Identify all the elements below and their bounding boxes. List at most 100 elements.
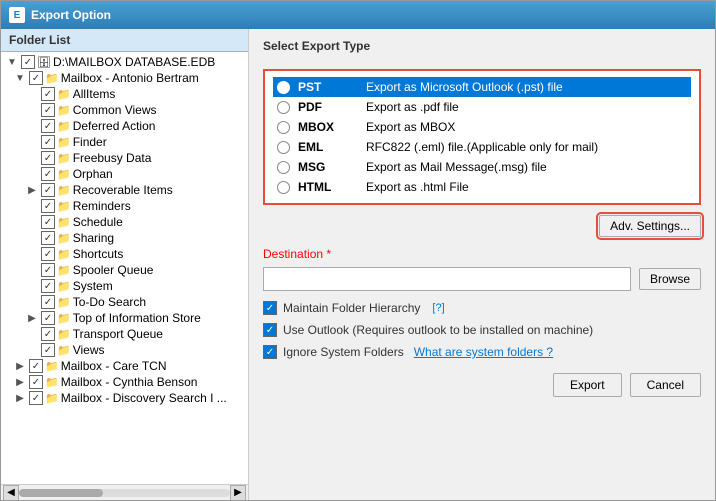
radio-html[interactable] bbox=[277, 181, 290, 194]
expand-shortcuts: ▶ bbox=[25, 249, 39, 260]
tree-reminders[interactable]: ▶ 📁 Reminders bbox=[1, 198, 248, 214]
tree-deferred[interactable]: ▶ 📁 Deferred Action bbox=[1, 118, 248, 134]
radio-eml[interactable] bbox=[277, 141, 290, 154]
adv-settings-button[interactable]: Adv. Settings... bbox=[599, 215, 701, 237]
tree-shortcuts[interactable]: ▶ 📁 Shortcuts bbox=[1, 246, 248, 262]
browse-button[interactable]: Browse bbox=[639, 268, 701, 290]
checkbox-mailbox3[interactable] bbox=[29, 375, 43, 389]
radio-pst[interactable] bbox=[277, 81, 290, 94]
tree-system[interactable]: ▶ 📁 System bbox=[1, 278, 248, 294]
destination-label: Destination * bbox=[263, 247, 701, 261]
checkbox-freebusy[interactable] bbox=[41, 151, 55, 165]
folder-icon: 📁 bbox=[57, 328, 71, 341]
tree-mailbox1[interactable]: ▼ 📁 Mailbox - Antonio Bertram bbox=[1, 70, 248, 86]
tree-commonviews[interactable]: ▶ 📁 Common Views bbox=[1, 102, 248, 118]
scroll-right-btn[interactable]: ▶ bbox=[230, 485, 246, 501]
eml-name: EML bbox=[298, 140, 358, 154]
checkbox-spooler[interactable] bbox=[41, 263, 55, 277]
tree-allitems[interactable]: ▶ 📁 AllItems bbox=[1, 86, 248, 102]
checkbox-topinfo[interactable] bbox=[41, 311, 55, 325]
checkbox-commonviews[interactable] bbox=[41, 103, 55, 117]
scroll-left-btn[interactable]: ◀ bbox=[3, 485, 19, 501]
system-folders-link[interactable]: What are system folders ? bbox=[414, 345, 553, 359]
expand-recoverable[interactable]: ▶ bbox=[25, 185, 39, 196]
pdf-name: PDF bbox=[298, 100, 358, 114]
maintain-hierarchy-checkbox[interactable] bbox=[263, 301, 277, 315]
folder-icon: 📁 bbox=[57, 344, 71, 357]
tree-mailbox2[interactable]: ▶ 📁 Mailbox - Care TCN bbox=[1, 358, 248, 374]
tree-schedule[interactable]: ▶ 📁 Schedule bbox=[1, 214, 248, 230]
checkbox-orphan[interactable] bbox=[41, 167, 55, 181]
expand-mailbox4[interactable]: ▶ bbox=[13, 393, 27, 404]
tree-freebusy[interactable]: ▶ 📁 Freebusy Data bbox=[1, 150, 248, 166]
checkbox-schedule[interactable] bbox=[41, 215, 55, 229]
expand-mailbox2[interactable]: ▶ bbox=[13, 361, 27, 372]
export-type-eml[interactable]: EML RFC822 (.eml) file.(Applicable only … bbox=[273, 137, 691, 157]
ignore-system-checkbox[interactable] bbox=[263, 345, 277, 359]
scroll-track[interactable] bbox=[19, 489, 230, 497]
export-type-header: Select Export Type bbox=[263, 39, 701, 53]
maintain-hierarchy-help[interactable]: [?] bbox=[432, 302, 444, 314]
mailbox-icon: 📁 bbox=[45, 376, 59, 389]
title-bar: E Export Option bbox=[1, 1, 715, 29]
checkbox-shortcuts[interactable] bbox=[41, 247, 55, 261]
export-type-mbox[interactable]: MBOX Export as MBOX bbox=[273, 117, 691, 137]
checkbox-deferred[interactable] bbox=[41, 119, 55, 133]
radio-mbox[interactable] bbox=[277, 121, 290, 134]
checkbox-allitems[interactable] bbox=[41, 87, 55, 101]
horizontal-scrollbar[interactable]: ◀ ▶ bbox=[1, 484, 248, 500]
checkbox-mailbox4[interactable] bbox=[29, 391, 43, 405]
expand-topinfo[interactable]: ▶ bbox=[25, 313, 39, 324]
maintain-hierarchy-label: Maintain Folder Hierarchy bbox=[283, 301, 420, 315]
expand-allitems: ▶ bbox=[25, 89, 39, 100]
tree-spooler[interactable]: ▶ 📁 Spooler Queue bbox=[1, 262, 248, 278]
checkbox-mailbox1[interactable] bbox=[29, 71, 43, 85]
mailbox4-label: Mailbox - Discovery Search I ... bbox=[61, 391, 227, 405]
tree-finder[interactable]: ▶ 📁 Finder bbox=[1, 134, 248, 150]
tree-views[interactable]: ▶ 📁 Views bbox=[1, 342, 248, 358]
transport-label: Transport Queue bbox=[73, 327, 163, 341]
folder-icon: 📁 bbox=[57, 136, 71, 149]
tree-topinfo[interactable]: ▶ 📁 Top of Information Store bbox=[1, 310, 248, 326]
destination-input[interactable] bbox=[263, 267, 631, 291]
tree-root[interactable]: ▼ 🗄 D:\MAILBOX DATABASE.EDB bbox=[1, 54, 248, 70]
destination-text: Destination bbox=[263, 247, 323, 261]
checkbox-transport[interactable] bbox=[41, 327, 55, 341]
expand-commonviews: ▶ bbox=[25, 105, 39, 116]
ignore-system-label: Ignore System Folders bbox=[283, 345, 404, 359]
checkbox-mailbox2[interactable] bbox=[29, 359, 43, 373]
export-button[interactable]: Export bbox=[553, 373, 622, 397]
tree-transport[interactable]: ▶ 📁 Transport Queue bbox=[1, 326, 248, 342]
radio-pdf[interactable] bbox=[277, 101, 290, 114]
export-type-msg[interactable]: MSG Export as Mail Message(.msg) file bbox=[273, 157, 691, 177]
freebusy-label: Freebusy Data bbox=[73, 151, 152, 165]
tree-todo[interactable]: ▶ 📁 To-Do Search bbox=[1, 294, 248, 310]
checkbox-todo[interactable] bbox=[41, 295, 55, 309]
tree-mailbox4[interactable]: ▶ 📁 Mailbox - Discovery Search I ... bbox=[1, 390, 248, 406]
checkbox-reminders[interactable] bbox=[41, 199, 55, 213]
expand-mailbox3[interactable]: ▶ bbox=[13, 377, 27, 388]
tree-sharing[interactable]: ▶ 📁 Sharing bbox=[1, 230, 248, 246]
export-type-pdf[interactable]: PDF Export as .pdf file bbox=[273, 97, 691, 117]
folder-tree[interactable]: ▼ 🗄 D:\MAILBOX DATABASE.EDB ▼ 📁 Mailbox … bbox=[1, 52, 248, 484]
checkbox-root[interactable] bbox=[21, 55, 35, 69]
eml-desc: RFC822 (.eml) file.(Applicable only for … bbox=[366, 140, 598, 154]
expand-mailbox1[interactable]: ▼ bbox=[13, 73, 27, 84]
checkbox-finder[interactable] bbox=[41, 135, 55, 149]
radio-msg[interactable] bbox=[277, 161, 290, 174]
cancel-button[interactable]: Cancel bbox=[630, 373, 701, 397]
expand-root[interactable]: ▼ bbox=[5, 57, 19, 68]
tree-recoverable[interactable]: ▶ 📁 Recoverable Items bbox=[1, 182, 248, 198]
checkbox-views[interactable] bbox=[41, 343, 55, 357]
checkbox-recoverable[interactable] bbox=[41, 183, 55, 197]
tree-orphan[interactable]: ▶ 📁 Orphan bbox=[1, 166, 248, 182]
folder-icon: 📁 bbox=[57, 152, 71, 165]
export-type-pst[interactable]: PST Export as Microsoft Outlook (.pst) f… bbox=[273, 77, 691, 97]
export-type-html[interactable]: HTML Export as .html File bbox=[273, 177, 691, 197]
use-outlook-checkbox[interactable] bbox=[263, 323, 277, 337]
checkbox-sharing[interactable] bbox=[41, 231, 55, 245]
checkbox-system[interactable] bbox=[41, 279, 55, 293]
folder-icon: 📁 bbox=[57, 184, 71, 197]
window-icon: E bbox=[9, 7, 25, 23]
tree-mailbox3[interactable]: ▶ 📁 Mailbox - Cynthia Benson bbox=[1, 374, 248, 390]
